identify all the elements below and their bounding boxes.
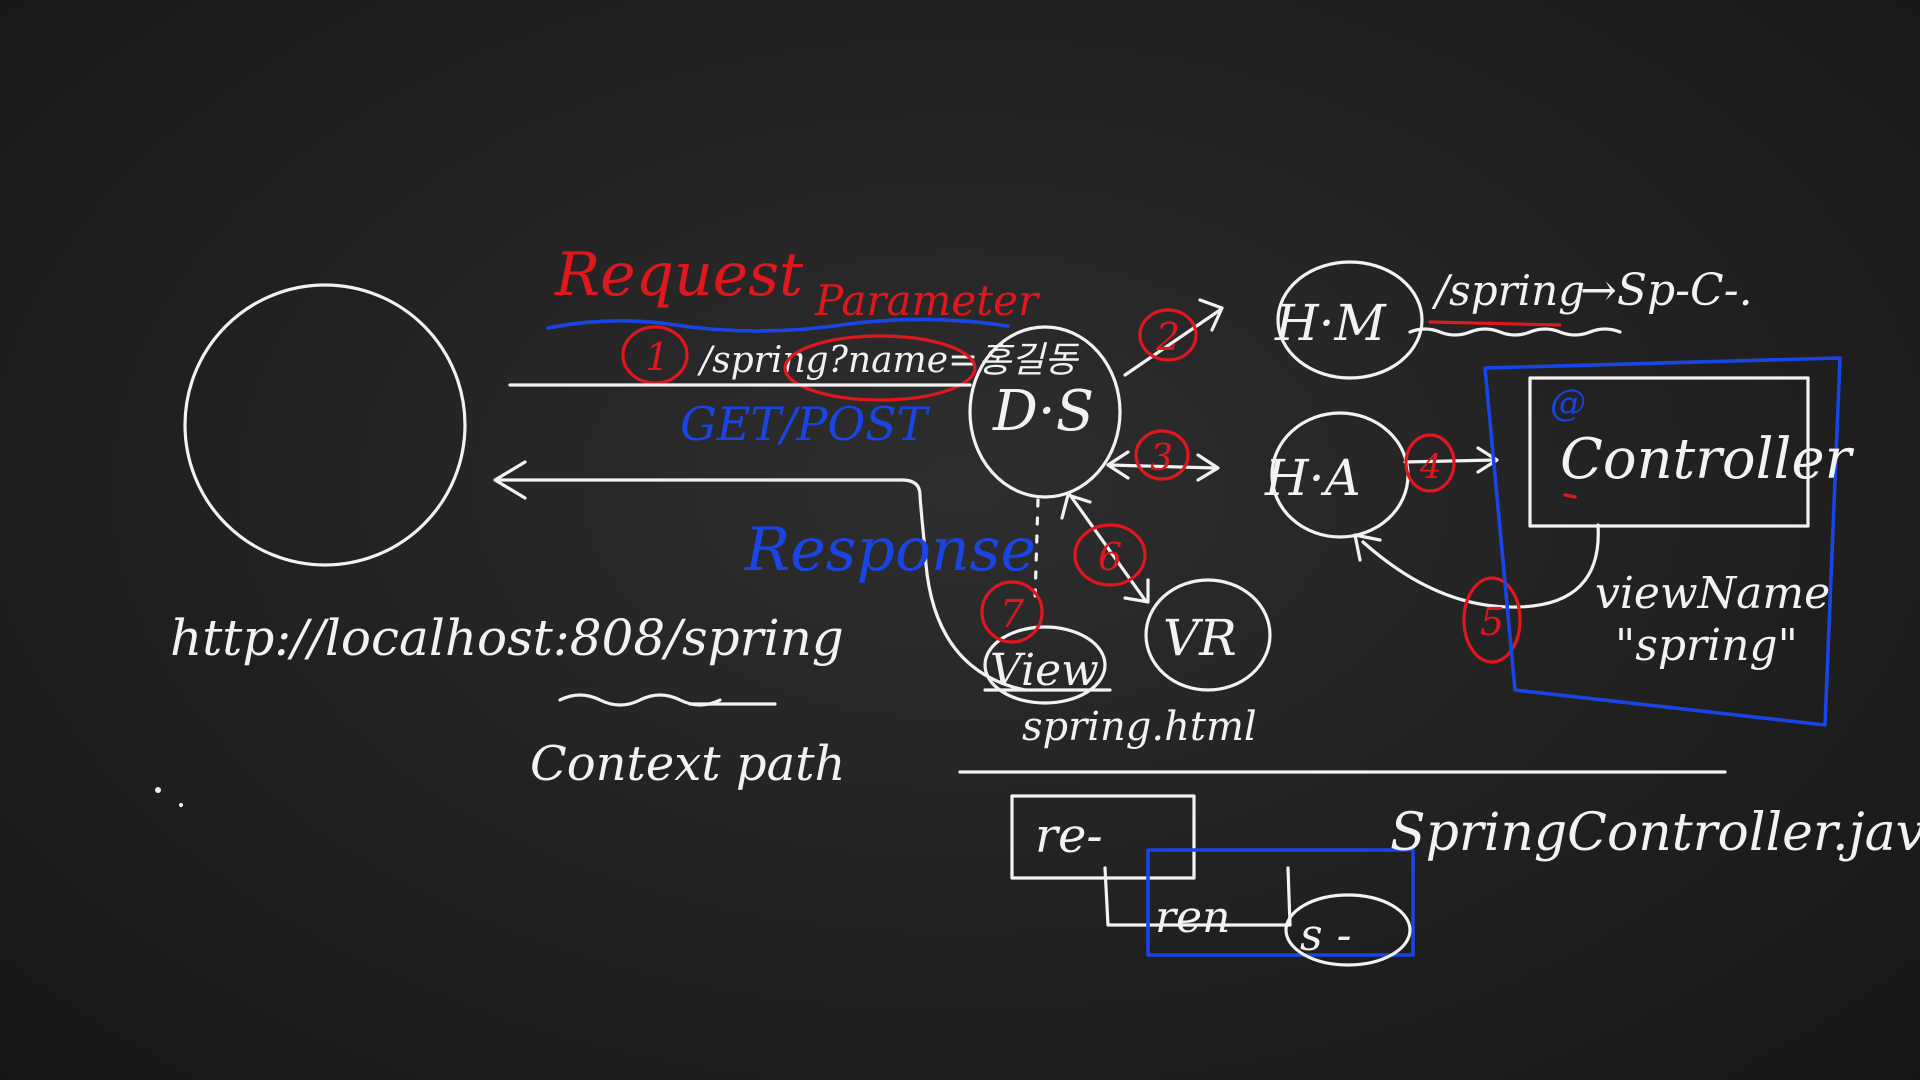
mapping-squiggle [1408, 327, 1622, 337]
chalk-speck [155, 787, 161, 793]
request-label: Request [554, 240, 804, 310]
file-box-s-label: s - [1300, 910, 1351, 961]
file-box-ren-label: ren [1155, 892, 1230, 943]
context-path-label: Context path [530, 736, 845, 792]
view-file-label: spring.html [1022, 704, 1257, 750]
controller-file-label: SpringController.java [1390, 803, 1920, 863]
step-6-number: 6 [1098, 535, 1122, 579]
client-circle [183, 283, 467, 567]
chalkboard: http://localhost:808/spring Context path… [0, 0, 1920, 1080]
mvc-flow-diagram: http://localhost:808/spring Context path… [155, 240, 1920, 967]
step-1-number: 1 [645, 335, 669, 379]
url-query-label: /spring?name=홍길동 [697, 340, 1079, 381]
step-3-number: 3 [1150, 438, 1173, 479]
parameter-label: Parameter [814, 276, 1041, 325]
controller-red-mark [1563, 493, 1577, 499]
hm-label: H·M [1274, 294, 1387, 352]
ha-label: H·A [1264, 449, 1361, 507]
annotation-label: @ [1550, 383, 1586, 424]
arrow-controller-ha [1361, 523, 1600, 609]
view-name-value: "spring" [1615, 620, 1798, 671]
request-blue-underline [546, 317, 1010, 333]
step-5-number: 5 [1480, 600, 1504, 644]
mapping-arrow-label: →Sp-C-. [1580, 265, 1753, 316]
response-label: Response [744, 515, 1036, 585]
step-2-number: 2 [1155, 315, 1180, 359]
file-box-re-label: re- [1035, 808, 1103, 864]
ds-label: D·S [992, 379, 1094, 444]
arrow-ha-controller [1403, 458, 1497, 464]
url-label: http://localhost:808/spring [170, 609, 844, 667]
step-4-number: 4 [1419, 447, 1442, 487]
mapping-label: /spring [1431, 266, 1585, 315]
step-7-number: 7 [1000, 592, 1025, 636]
view-label: View [990, 645, 1099, 696]
controller-label: Controller [1560, 427, 1855, 492]
view-name-label: viewName [1595, 568, 1830, 619]
method-label: GET/POST [680, 397, 931, 451]
chalk-speck [179, 803, 183, 807]
mapping-red-underline [1428, 320, 1562, 327]
vr-label: VR [1163, 609, 1237, 667]
